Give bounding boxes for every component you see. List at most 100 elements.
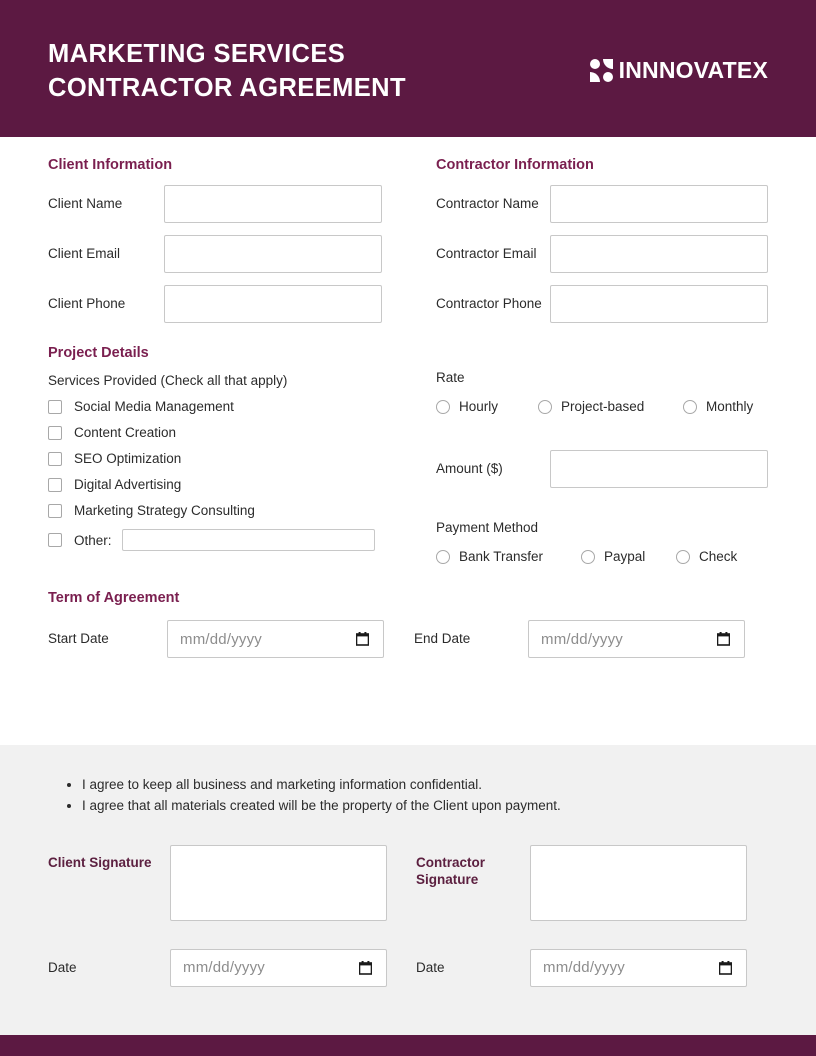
page-header: MARKETING SERVICES CONTRACTOR AGREEMENT … (0, 0, 816, 137)
rate-option-project-based[interactable]: Project-based (538, 399, 683, 414)
agreement-term-item: I agree to keep all business and marketi… (82, 775, 768, 796)
agreement-and-signature-section: I agree to keep all business and marketi… (0, 745, 816, 1035)
radio-monthly[interactable] (683, 399, 697, 414)
project-details-section: Project Details Services Provided (Check… (48, 323, 768, 564)
end-date-placeholder: mm/dd/yyyy (541, 630, 624, 648)
radio-paypal[interactable] (581, 549, 595, 564)
payment-method-options: Bank Transfer Paypal Check (436, 549, 776, 564)
brand-logo: INNNOVATEX (589, 57, 768, 84)
client-phone-row: Client Phone (48, 285, 428, 323)
client-date-input[interactable]: mm/dd/yyyy (170, 948, 387, 987)
client-email-row: Client Email (48, 235, 428, 273)
checkbox-other[interactable] (48, 533, 62, 547)
signature-date-row: Date mm/dd/yyyy Date mm/dd/yyyy (48, 948, 768, 987)
start-date-label: Start Date (48, 630, 109, 646)
payment-option-paypal[interactable]: Paypal (581, 549, 676, 564)
checkbox-social-media-management[interactable] (48, 399, 62, 414)
calendar-icon[interactable] (356, 632, 369, 646)
payment-option-label: Bank Transfer (459, 549, 544, 564)
contractor-date-label: Date (416, 959, 445, 975)
client-information-heading: Client Information (48, 157, 173, 173)
rate-label: Rate (436, 370, 465, 385)
rate-option-label: Hourly (459, 399, 499, 414)
contractor-name-row: Contractor Name (436, 185, 776, 223)
radio-hourly[interactable] (436, 399, 450, 414)
term-dates-row: Start Date mm/dd/yyyy End Date mm/dd/yyy… (48, 620, 768, 658)
service-row[interactable]: Digital Advertising (48, 477, 428, 492)
service-row[interactable]: Content Creation (48, 425, 428, 440)
amount-input[interactable] (550, 450, 768, 488)
contractor-date-placeholder: mm/dd/yyyy (543, 959, 626, 977)
amount-row: Amount ($) (436, 450, 776, 488)
client-email-label: Client Email (48, 245, 121, 261)
agreement-term-item: I agree that all materials created will … (82, 796, 768, 817)
payment-option-label: Paypal (604, 549, 646, 564)
contractor-phone-input[interactable] (550, 285, 768, 323)
client-phone-label: Client Phone (48, 295, 126, 311)
end-date-label: End Date (414, 630, 471, 646)
payment-option-bank-transfer[interactable]: Bank Transfer (436, 549, 581, 564)
project-details-heading: Project Details (48, 345, 149, 361)
calendar-icon[interactable] (717, 632, 730, 646)
services-hint: Services Provided (Check all that apply) (48, 373, 288, 388)
checkbox-digital-advertising[interactable] (48, 477, 62, 492)
contractor-name-input[interactable] (550, 185, 768, 223)
calendar-icon[interactable] (359, 960, 372, 975)
rate-block: Rate Hourly Project-based Monthly Amount… (436, 345, 776, 564)
rate-option-label: Project-based (561, 399, 645, 414)
payment-method-label: Payment Method (436, 520, 539, 535)
checkbox-seo-optimization[interactable] (48, 451, 62, 466)
payment-option-label: Check (699, 549, 738, 564)
client-date-placeholder: mm/dd/yyyy (183, 959, 266, 977)
radio-bank-transfer[interactable] (436, 549, 450, 564)
contractor-signature-label: Contractor Signature (416, 854, 486, 887)
service-label: SEO Optimization (74, 451, 182, 466)
client-name-label: Client Name (48, 195, 123, 211)
payment-option-check[interactable]: Check (676, 549, 737, 564)
service-label: Marketing Strategy Consulting (74, 503, 255, 518)
contractor-information-block: Contractor Information Contractor Name C… (436, 157, 776, 323)
amount-label: Amount ($) (436, 460, 503, 476)
other-service-input[interactable] (121, 529, 375, 551)
client-phone-input[interactable] (164, 285, 382, 323)
client-email-input[interactable] (164, 235, 382, 273)
service-other-row[interactable]: Other: (48, 529, 428, 551)
information-section: Client Information Client Name Client Em… (48, 137, 768, 323)
radio-check[interactable] (676, 549, 690, 564)
service-row[interactable]: SEO Optimization (48, 451, 428, 466)
start-date-input[interactable]: mm/dd/yyyy (167, 620, 384, 658)
client-signature-box[interactable] (170, 844, 387, 921)
brand-name: INNNOVATEX (618, 57, 768, 83)
service-row[interactable]: Social Media Management (48, 399, 428, 414)
service-label: Social Media Management (74, 399, 234, 414)
radio-project-based[interactable] (538, 399, 552, 414)
contractor-date-input[interactable]: mm/dd/yyyy (530, 948, 747, 987)
term-of-agreement-heading: Term of Agreement (48, 590, 180, 606)
agreement-terms-list: I agree to keep all business and marketi… (48, 745, 768, 817)
contractor-phone-row: Contractor Phone (436, 285, 776, 323)
end-date-input[interactable]: mm/dd/yyyy (528, 620, 745, 658)
contractor-email-label: Contractor Email (436, 245, 537, 261)
contractor-signature-box[interactable] (530, 844, 747, 921)
services-block: Project Details Services Provided (Check… (48, 345, 428, 564)
checkbox-marketing-strategy-consulting[interactable] (48, 503, 62, 518)
contractor-email-input[interactable] (550, 235, 768, 273)
page-footer-bar (0, 1035, 816, 1056)
client-signature-label: Client Signature (48, 854, 152, 870)
client-name-input[interactable] (164, 185, 382, 223)
signature-row: Client Signature Contractor Signature (48, 844, 768, 921)
contractor-phone-label: Contractor Phone (436, 295, 542, 311)
contractor-information-heading: Contractor Information (436, 157, 594, 173)
calendar-icon[interactable] (719, 960, 732, 975)
service-row[interactable]: Marketing Strategy Consulting (48, 503, 428, 518)
contract-form-page: MARKETING SERVICES CONTRACTOR AGREEMENT … (0, 0, 816, 1056)
client-date-label: Date (48, 959, 77, 975)
four-petal-logo-mark-icon (589, 59, 613, 82)
contractor-name-label: Contractor Name (436, 195, 539, 211)
rate-option-monthly[interactable]: Monthly (683, 399, 753, 414)
rate-option-hourly[interactable]: Hourly (436, 399, 538, 414)
rate-option-label: Monthly (706, 399, 754, 414)
form-body: Client Information Client Name Client Em… (0, 137, 816, 658)
start-date-placeholder: mm/dd/yyyy (180, 630, 263, 648)
checkbox-content-creation[interactable] (48, 425, 62, 440)
